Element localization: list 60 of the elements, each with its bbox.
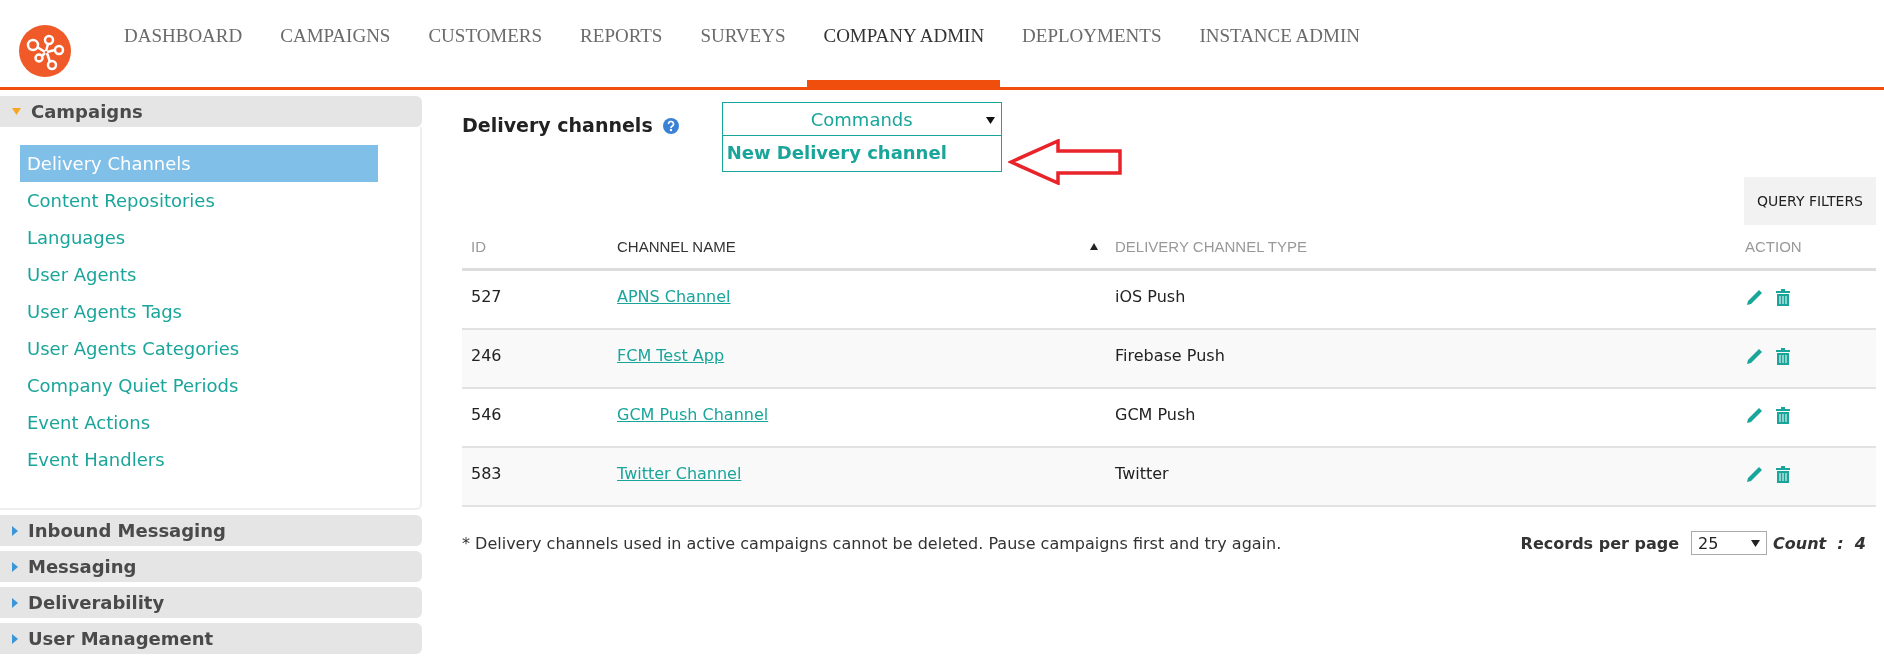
left-arrow-icon: [1007, 139, 1124, 185]
sidebar-item[interactable]: Company Quiet Periods: [20, 367, 378, 404]
sidebar-item[interactable]: Content Repositories: [20, 182, 378, 219]
nav-tab[interactable]: CAMPAIGNS: [264, 0, 407, 87]
trash-icon[interactable]: [1773, 463, 1793, 484]
section-title: Campaigns: [31, 101, 143, 122]
caret-icon: [985, 117, 995, 124]
caret-icon: [12, 561, 18, 572]
channel-name-link[interactable]: APNS Channel: [617, 287, 731, 306]
nav-tab[interactable]: REPORTS: [564, 0, 679, 87]
section-title: Deliverability: [28, 592, 165, 613]
nav-tab[interactable]: INSTANCE ADMIN: [1183, 0, 1376, 87]
logo-icon[interactable]: [19, 25, 71, 77]
record-count: Count : 4: [1773, 533, 1866, 553]
sidebar-item[interactable]: Delivery Channels: [20, 145, 378, 182]
trash-icon[interactable]: [1773, 286, 1793, 307]
id-cell: 583: [471, 464, 502, 483]
channel-type-cell: Firebase Push: [1115, 346, 1225, 365]
id-cell: 546: [471, 405, 502, 424]
nav-tab[interactable]: COMPANY ADMIN: [807, 0, 1001, 87]
nav-tab[interactable]: SURVEYS: [684, 0, 802, 87]
sidebar-section-header[interactable]: Deliverability: [0, 587, 422, 618]
records-per-page-select[interactable]: 25: [1691, 531, 1767, 555]
caret-icon: [12, 633, 18, 644]
channel-type-cell: GCM Push: [1115, 405, 1196, 424]
query-filters-button[interactable]: QUERY FILTERS: [1744, 177, 1876, 225]
section-title: Inbound Messaging: [28, 520, 226, 541]
nav-tab[interactable]: DEPLOYMENTS: [1006, 0, 1178, 87]
channel-type-cell: iOS Push: [1115, 287, 1186, 306]
section-title: Messaging: [28, 556, 137, 577]
sidebar-item[interactable]: User Agents: [20, 256, 378, 293]
sidebar-item[interactable]: Event Handlers: [20, 441, 378, 478]
sidebar-item[interactable]: Event Actions: [20, 404, 378, 441]
trash-icon[interactable]: [1773, 345, 1793, 366]
caret-icon: [12, 525, 18, 536]
sidebar-item[interactable]: Languages: [20, 219, 378, 256]
id-cell: 527: [471, 287, 502, 306]
channel-type-cell: Twitter: [1115, 464, 1169, 483]
nav-tab[interactable]: DASHBOARD: [108, 0, 259, 87]
caret-icon: [1751, 539, 1760, 547]
channel-name-link[interactable]: Twitter Channel: [617, 464, 742, 483]
caret-icon: [12, 108, 21, 115]
trash-icon[interactable]: [1773, 404, 1793, 425]
nav-tab[interactable]: CUSTOMERS: [412, 0, 559, 87]
caret-icon: [12, 597, 18, 608]
page-title: Delivery channels: [462, 114, 653, 136]
channel-name-link[interactable]: FCM Test App: [617, 346, 725, 365]
sidebar-section-header[interactable]: Campaigns: [0, 96, 422, 127]
section-title: User Management: [28, 628, 214, 649]
sidebar-section-header[interactable]: Inbound Messaging: [0, 515, 422, 546]
sidebar-item[interactable]: User Agents Categories: [20, 330, 378, 367]
dropdown-option[interactable]: New Delivery channel: [722, 136, 1001, 171]
sidebar-item[interactable]: User Agents Tags: [20, 293, 378, 330]
channel-name-link[interactable]: GCM Push Channel: [617, 405, 769, 424]
help-icon[interactable]: [661, 117, 680, 135]
records-per-page-label: Records per page: [1520, 533, 1679, 553]
sidebar-section-header[interactable]: User Management: [0, 623, 422, 654]
id-cell: 246: [471, 346, 502, 365]
sidebar-section-header[interactable]: Messaging: [0, 551, 422, 582]
footnote-text: * Delivery channels used in active campaigns cannot be deleted. Pause campaigns first and try again.: [462, 533, 1283, 553]
